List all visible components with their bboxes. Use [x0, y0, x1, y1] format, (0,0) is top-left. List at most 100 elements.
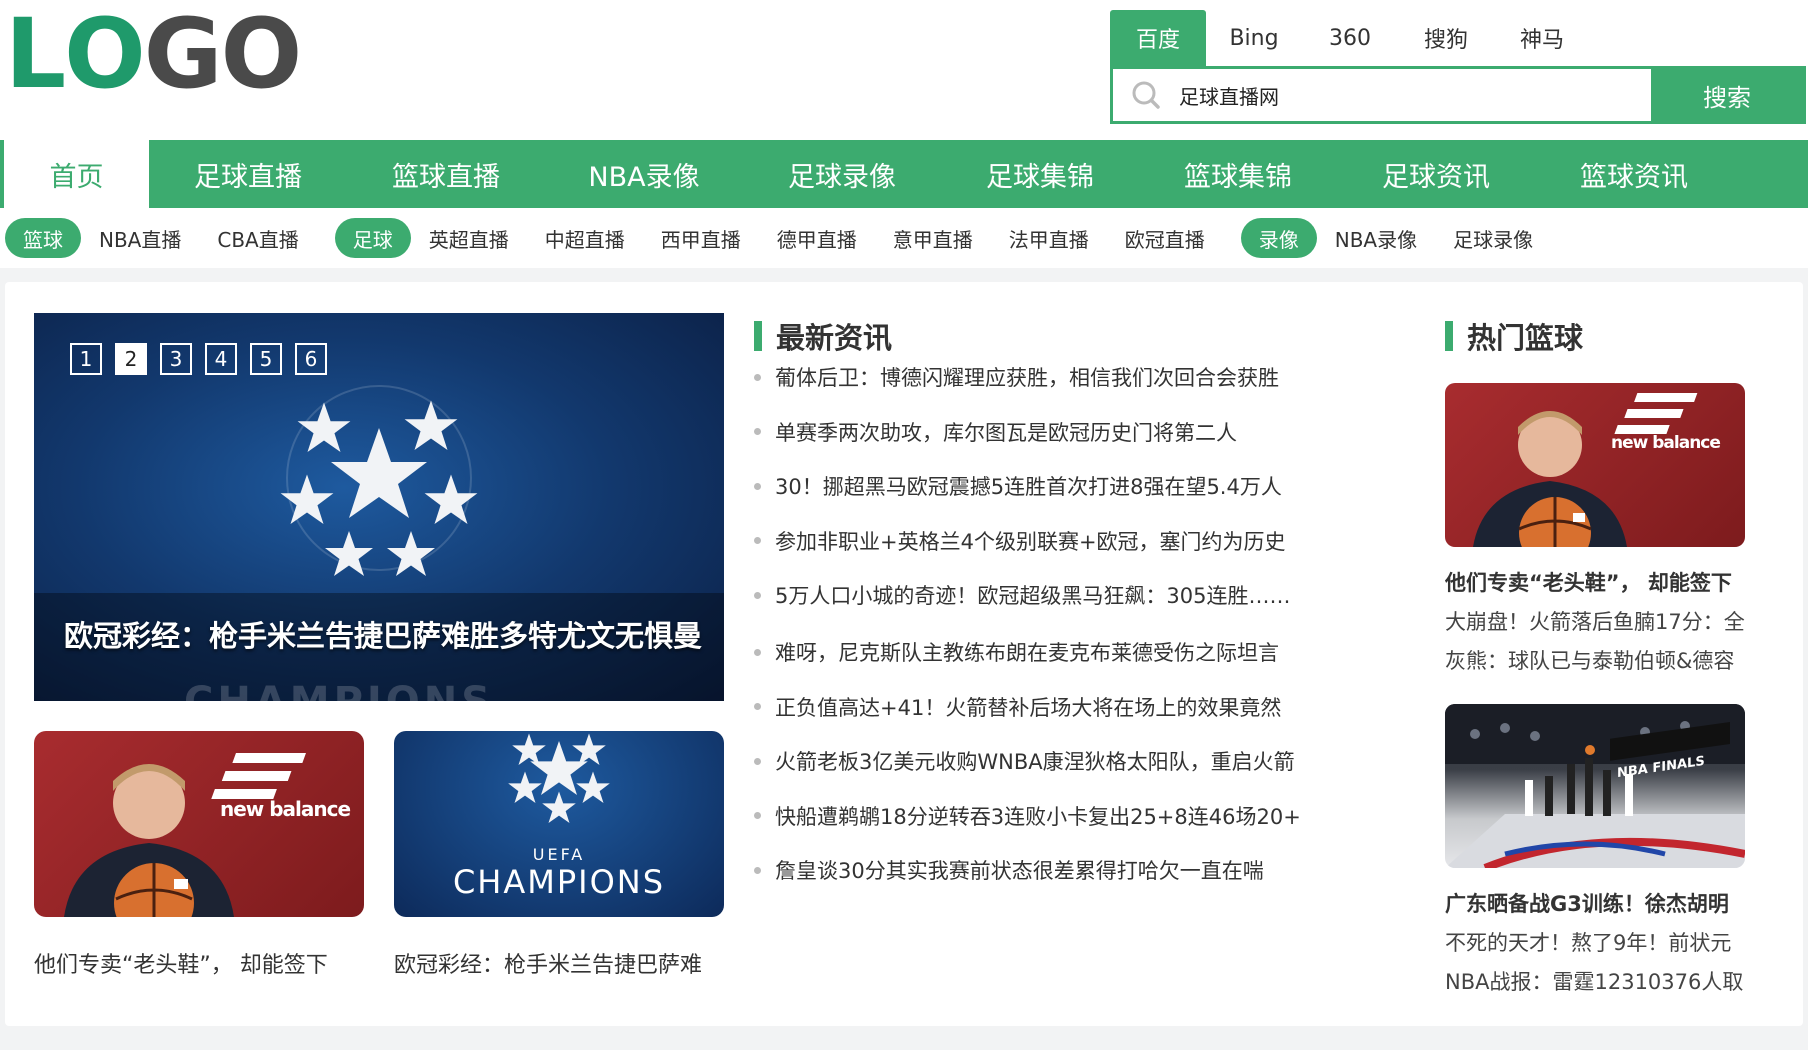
sub-nav-category-pill[interactable]: 篮球: [5, 218, 81, 258]
slider-pagination: 123456: [70, 343, 327, 375]
main-nav-item[interactable]: 首页: [4, 140, 149, 208]
main-nav-item[interactable]: 足球资讯: [1337, 140, 1535, 208]
sub-nav-link[interactable]: 欧冠直播: [1125, 224, 1205, 253]
thumb-champions-image[interactable]: UEFA CHAMPIONS: [394, 731, 724, 917]
bullet-icon: [754, 866, 761, 874]
news-headline[interactable]: 30！挪超黑马欧冠震撼5连胜首次打进8强在望5.4万人: [775, 471, 1314, 501]
search-box: 搜索: [1110, 66, 1806, 124]
bullet-icon: [754, 591, 761, 599]
news-list-item[interactable]: 火箭老板3亿美元收购WNBA康涅狄格太阳队，重启火箭: [754, 734, 1314, 789]
bullet-icon: [754, 537, 761, 545]
search-engine-tab[interactable]: 百度: [1110, 10, 1206, 66]
news-headline[interactable]: 葡体后卫：博德闪耀理应获胜，相信我们次回合会获胜: [775, 362, 1314, 392]
sub-nav-link[interactable]: 足球录像: [1453, 224, 1533, 253]
hot-item-link[interactable]: 灰熊：球队已与泰勒伯顿&德容: [1445, 645, 1745, 675]
logo-letter: G: [143, 0, 223, 110]
thumb-caption[interactable]: 他们专卖“老头鞋”， 却能签下: [34, 947, 328, 979]
news-headline[interactable]: 参加非职业+英格兰4个级别联赛+欧冠，塞门约为历史: [775, 526, 1314, 556]
bullet-icon: [754, 648, 761, 656]
slider-caption[interactable]: 欧冠彩经：枪手米兰告捷巴萨难胜多特尤文无惧曼: [64, 613, 702, 655]
sub-nav-link[interactable]: 意甲直播: [893, 224, 973, 253]
news-list-item[interactable]: 詹皇谈30分其实我赛前状态很差累得打哈欠一直在喘: [754, 843, 1314, 898]
sub-nav-link[interactable]: 法甲直播: [1009, 224, 1089, 253]
bullet-icon: [754, 373, 761, 381]
bullet-icon: [754, 482, 761, 490]
sub-nav-link[interactable]: 英超直播: [429, 224, 509, 253]
news-list-item[interactable]: 5万人口小城的奇迹！欧冠超级黑马狂飙：305连胜……: [754, 568, 1314, 623]
hot-basketball-title: 热门篮球: [1467, 321, 1584, 355]
search-engine-tab[interactable]: 神马: [1494, 10, 1590, 66]
news-headline[interactable]: 难呀，尼克斯队主教练布朗在麦克布莱德受伤之际坦言: [775, 637, 1314, 667]
logo-letter: L: [5, 0, 66, 110]
logo-letter: O: [64, 0, 146, 110]
search-engine-tab[interactable]: Bing: [1206, 10, 1302, 66]
slider-page-button[interactable]: 2: [115, 343, 147, 375]
sub-nav-link[interactable]: NBA录像: [1335, 224, 1417, 253]
slider-page-button[interactable]: 1: [70, 343, 102, 375]
main-nav-item[interactable]: 篮球直播: [347, 140, 545, 208]
search-input[interactable]: [1179, 69, 1651, 121]
hot-item-title[interactable]: 他们专卖“老头鞋”， 却能签下: [1445, 567, 1745, 597]
latest-news-list: 葡体后卫：博德闪耀理应获胜，相信我们次回合会获胜 单赛季两次助攻，库尔图瓦是欧冠历…: [754, 350, 1314, 623]
main-nav-item[interactable]: 篮球集锦: [1139, 140, 1337, 208]
main-nav-item[interactable]: 足球集锦: [941, 140, 1139, 208]
news-list-item[interactable]: 快船遭鹈鹕18分逆转吞3连败小卡复出25+8连46场20+: [754, 789, 1314, 844]
news-headline[interactable]: 快船遭鹈鹕18分逆转吞3连败小卡复出25+8连46场20+: [775, 801, 1314, 831]
news-headline[interactable]: 火箭老板3亿美元收购WNBA康涅狄格太阳队，重启火箭: [775, 746, 1314, 776]
hot-item-link[interactable]: 不死的天才！熬了9年！前状元: [1445, 927, 1745, 957]
news-list-item[interactable]: 30！挪超黑马欧冠震撼5连胜首次打进8强在望5.4万人: [754, 459, 1314, 514]
search-engine-tab[interactable]: 搜狗: [1398, 10, 1494, 66]
hot-basketball-heading: 热门篮球: [1445, 315, 1583, 357]
bullet-icon: [754, 757, 761, 765]
thumb-caption[interactable]: 欧冠彩经：枪手米兰告捷巴萨难: [394, 947, 702, 979]
sub-nav: 篮球 NBA直播 CBA直播 足球 英超直播 中超直播 西甲直播 德甲直播 意甲直播 法甲直播 欧冠…: [0, 208, 1808, 268]
hot-item-link[interactable]: NBA战报：雷霆12310376人取: [1445, 966, 1745, 996]
search-widget: 百度Bing360搜狗神马 搜索: [1110, 10, 1806, 124]
heading-bar: [754, 321, 762, 351]
main-nav-item[interactable]: 足球直播: [149, 140, 347, 208]
news-headline[interactable]: 5万人口小城的奇迹！欧冠超级黑马狂飙：305连胜……: [775, 580, 1314, 610]
heading-bar: [1445, 321, 1453, 351]
champions-label: CHAMPIONS: [452, 863, 666, 901]
slider-page-button[interactable]: 5: [250, 343, 282, 375]
news-headline[interactable]: 单赛季两次助攻，库尔图瓦是欧冠历史门将第二人: [775, 417, 1314, 447]
sub-nav-link[interactable]: 中超直播: [545, 224, 625, 253]
slider-page-button[interactable]: 4: [205, 343, 237, 375]
brand-label: new balance: [1611, 433, 1721, 453]
hot-item-link[interactable]: 大崩盘！火箭落后鱼腩17分：全: [1445, 606, 1745, 636]
sub-nav-link[interactable]: 德甲直播: [777, 224, 857, 253]
search-engine-tab[interactable]: 360: [1302, 10, 1398, 66]
slider-page-button[interactable]: 3: [160, 343, 192, 375]
featured-slider[interactable]: 123456 欧冠彩经：枪手米兰告捷巴萨难胜多特尤文无惧曼 CHAMPIONS: [34, 313, 724, 701]
news-headline[interactable]: 詹皇谈30分其实我赛前状态很差累得打哈欠一直在喘: [775, 855, 1314, 885]
header: LOGO 百度Bing360搜狗神马 搜索: [0, 0, 1808, 140]
bullet-icon: [754, 812, 761, 820]
news-list-item[interactable]: 难呀，尼克斯队主教练布朗在麦克布莱德受伤之际坦言: [754, 625, 1314, 680]
main-nav-item[interactable]: NBA录像: [545, 140, 743, 208]
search-icon: [1113, 69, 1179, 121]
news-list-item[interactable]: 葡体后卫：博德闪耀理应获胜，相信我们次回合会获胜: [754, 350, 1314, 405]
site-logo[interactable]: LOGO: [5, 0, 302, 110]
news-list-item[interactable]: 参加非职业+英格兰4个级别联赛+欧冠，塞门约为历史: [754, 514, 1314, 569]
search-button[interactable]: 搜索: [1651, 69, 1803, 121]
bullet-icon: [754, 428, 761, 436]
main-nav: 首页 足球直播 篮球直播 NBA录像 足球录像 足球集锦 篮球集锦 足球资讯 篮球资讯: [0, 140, 1808, 208]
hot-item[interactable]: new balance 他们专卖“老头鞋”， 却能签下 大崩盘！火箭落后鱼腩17…: [1445, 383, 1745, 675]
uefa-label: UEFA: [532, 845, 586, 864]
hot-item-image[interactable]: new balance: [1445, 383, 1745, 547]
sub-nav-link[interactable]: CBA直播: [217, 224, 298, 253]
slider-page-button[interactable]: 6: [295, 343, 327, 375]
hot-item[interactable]: NBA FINALS 广东晒备战G3训练！徐杰胡明 不死的天才！熬了9年！前状元…: [1445, 704, 1745, 996]
hot-item-title[interactable]: 广东晒备战G3训练！徐杰胡明: [1445, 888, 1745, 918]
thumb-player-image[interactable]: new balance: [34, 731, 364, 917]
news-list-item[interactable]: 单赛季两次助攻，库尔图瓦是欧冠历史门将第二人: [754, 405, 1314, 460]
main-nav-item[interactable]: 足球录像: [743, 140, 941, 208]
hot-item-image[interactable]: NBA FINALS: [1445, 704, 1745, 868]
sub-nav-category-pill[interactable]: 录像: [1240, 218, 1317, 258]
news-list-item[interactable]: 正负值高达+41！火箭替补后场大将在场上的效果竟然: [754, 680, 1314, 735]
sub-nav-category-pill[interactable]: 足球: [334, 218, 411, 258]
sub-nav-link[interactable]: 西甲直播: [661, 224, 741, 253]
sub-nav-link[interactable]: NBA直播: [99, 224, 181, 253]
main-nav-item[interactable]: 篮球资讯: [1535, 140, 1733, 208]
news-headline[interactable]: 正负值高达+41！火箭替补后场大将在场上的效果竟然: [775, 692, 1314, 722]
